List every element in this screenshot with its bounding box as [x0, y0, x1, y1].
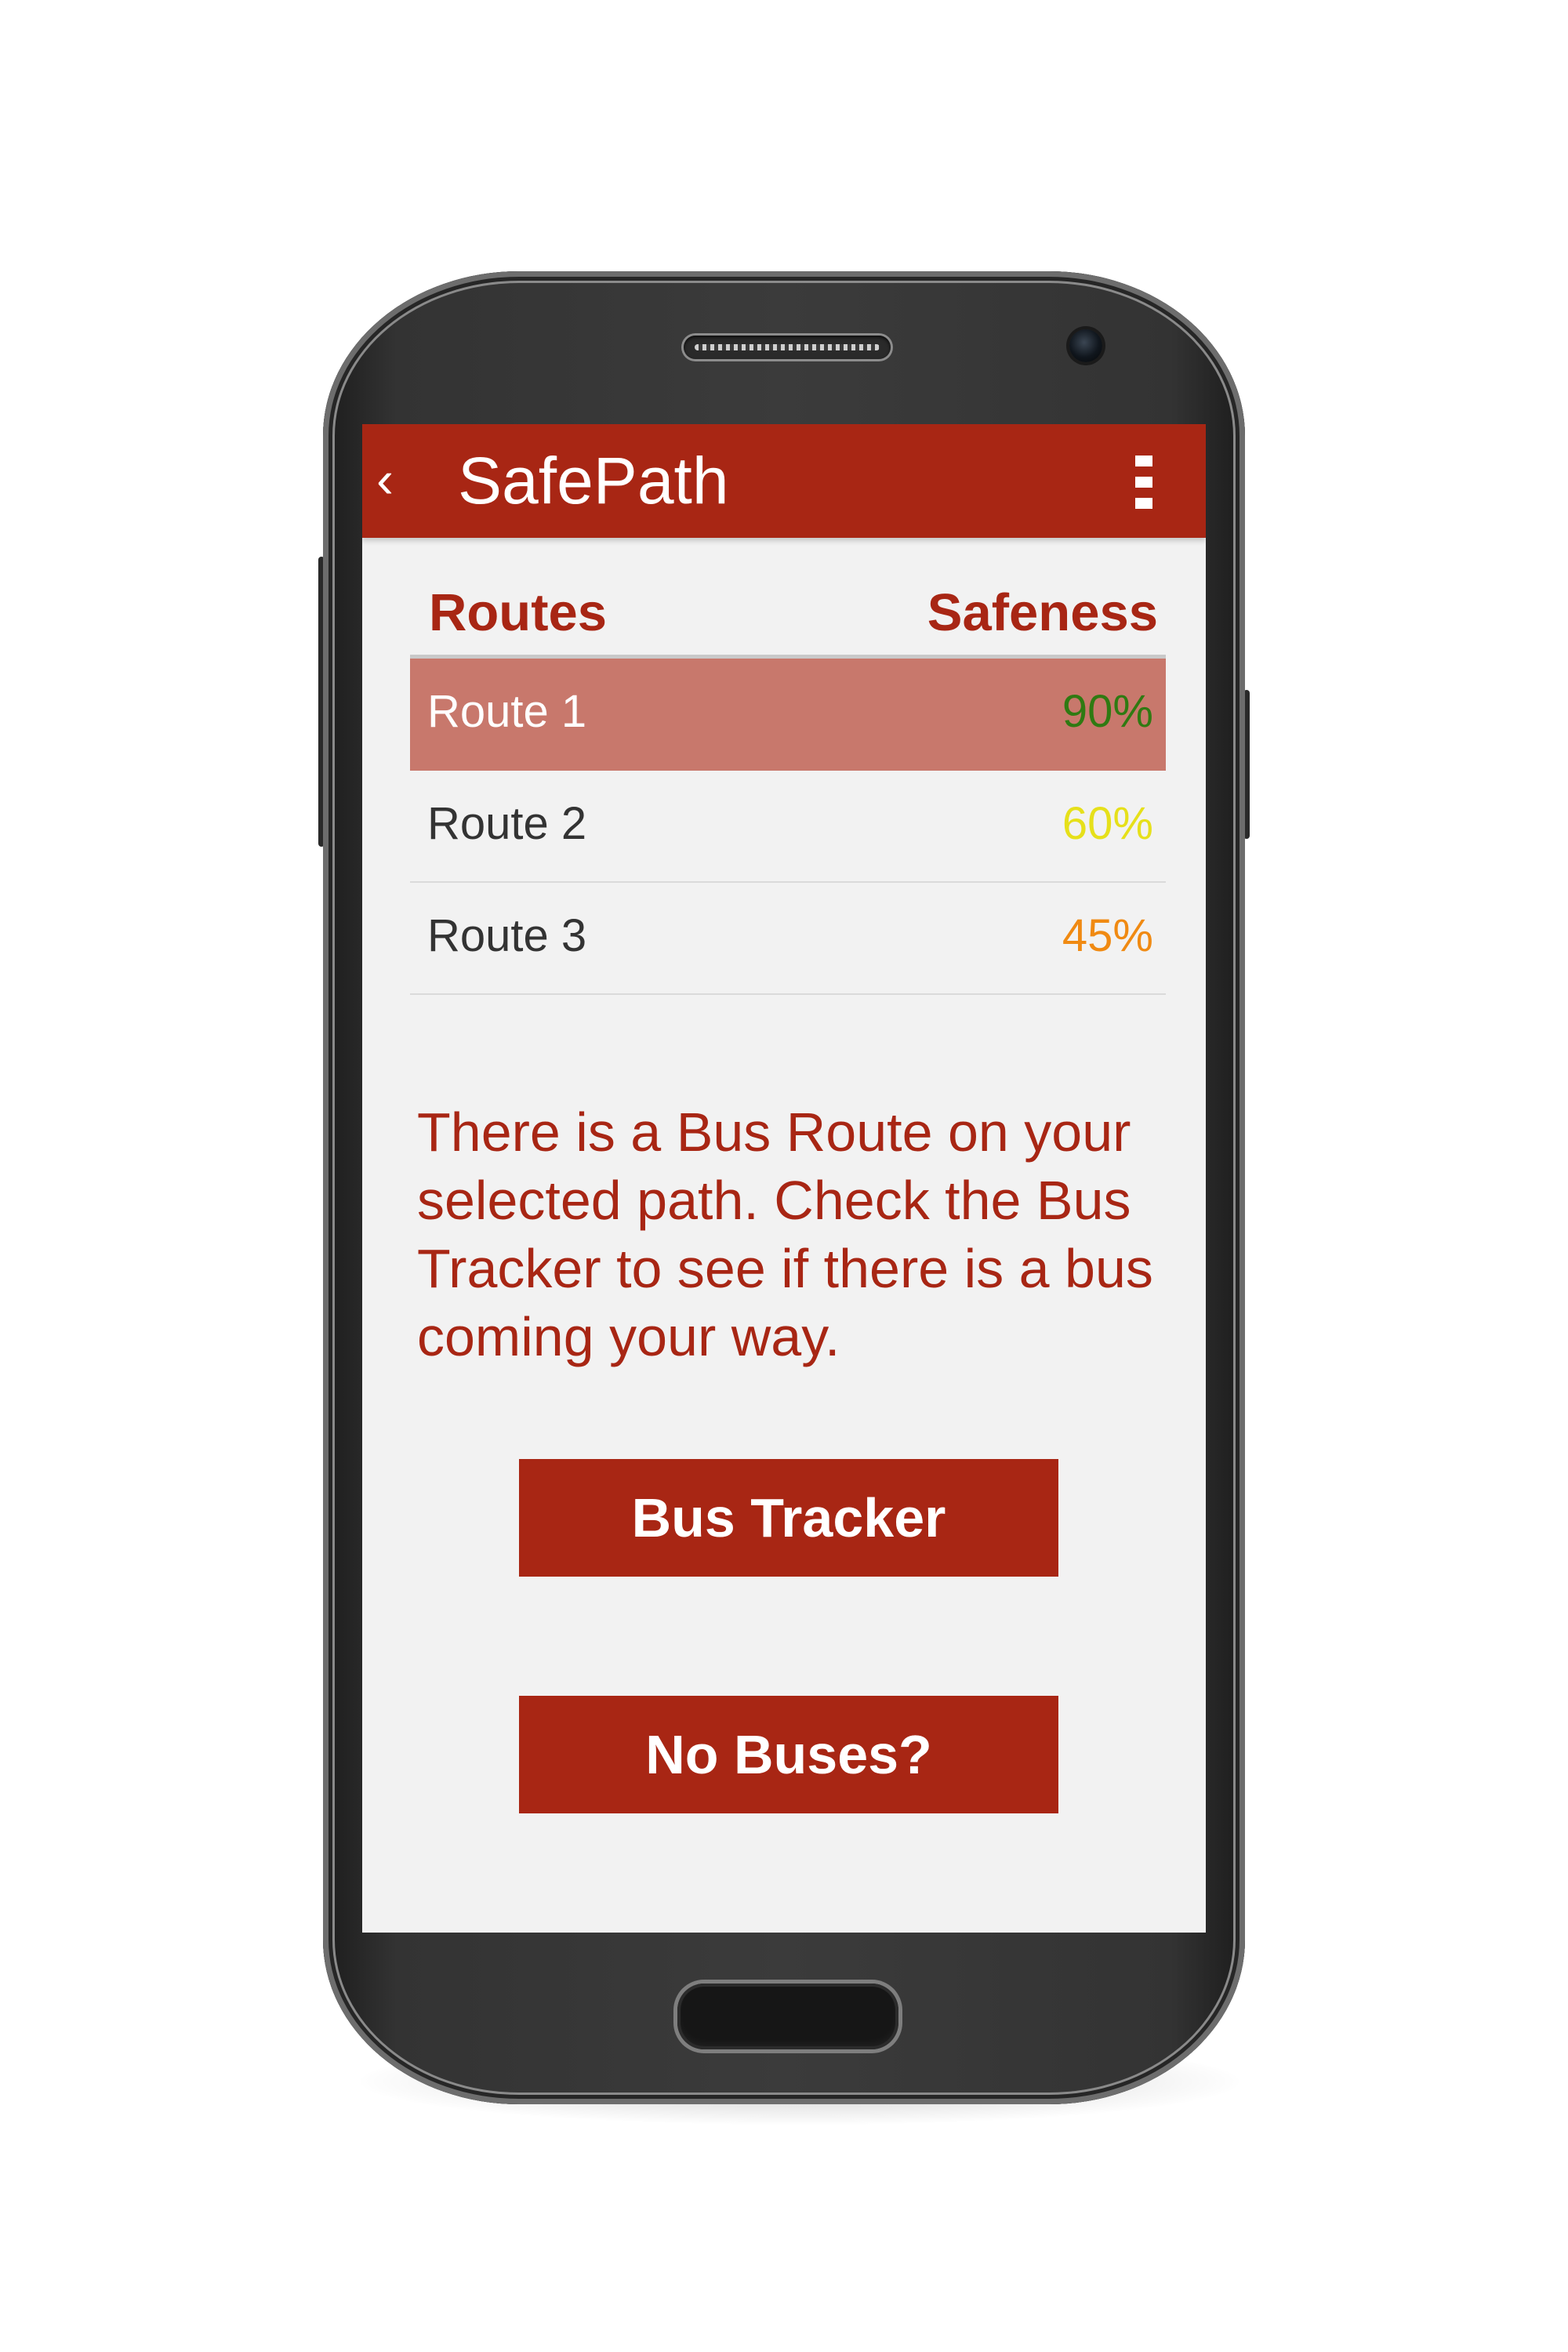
more-vert-icon[interactable]	[1135, 456, 1154, 509]
route-name: Route 1	[427, 686, 587, 737]
routes-list: Route 1 90% Route 2 60% Route 3 45%	[410, 659, 1166, 995]
front-camera	[1069, 329, 1102, 362]
home-button[interactable]	[677, 1984, 898, 2049]
safeness-column-heading: Safeness	[927, 583, 1158, 642]
route-name: Route 3	[427, 910, 587, 961]
bus-route-message: There is a Bus Route on your selected pa…	[417, 1102, 1153, 1367]
app-title: SafePath	[458, 444, 729, 517]
routes-table-header: Routes Safeness	[410, 575, 1166, 645]
route-row-3[interactable]: Route 3 45%	[410, 883, 1166, 995]
bus-tracker-button[interactable]: Bus Tracker	[519, 1459, 1058, 1577]
page: ‹ SafePath Routes Safeness Route 1 90% R…	[0, 0, 1568, 2352]
chevron-left-icon[interactable]: ‹	[365, 448, 405, 510]
phone-screen: ‹ SafePath Routes Safeness Route 1 90% R…	[362, 424, 1206, 1933]
no-buses-button[interactable]: No Buses?	[519, 1696, 1058, 1813]
app-bar: ‹ SafePath	[362, 424, 1206, 538]
earpiece-speaker	[684, 336, 891, 359]
route-row-1[interactable]: Route 1 90%	[410, 659, 1166, 771]
route-name: Route 2	[427, 798, 587, 849]
route-safeness: 45%	[1062, 910, 1153, 961]
route-row-2[interactable]: Route 2 60%	[410, 771, 1166, 883]
routes-column-heading: Routes	[429, 583, 608, 642]
route-safeness: 90%	[1062, 686, 1153, 737]
route-safeness: 60%	[1062, 798, 1153, 849]
